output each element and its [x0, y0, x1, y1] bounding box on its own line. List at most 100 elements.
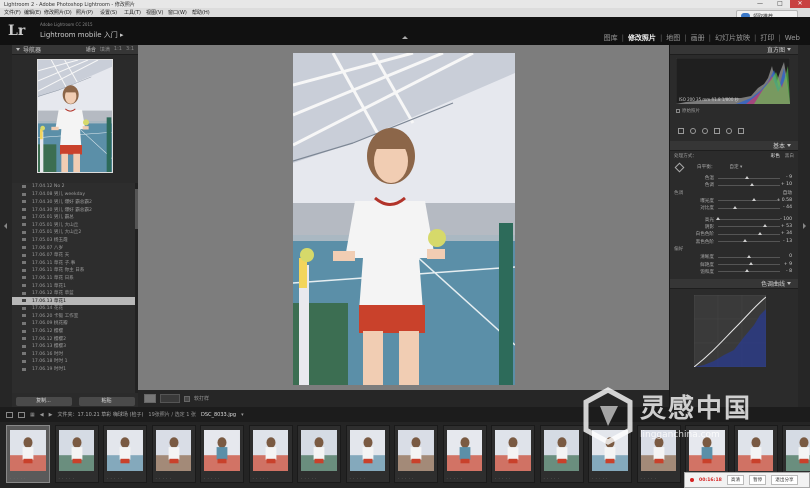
slider-track[interactable]: [718, 205, 780, 209]
slider-knob[interactable]: [751, 198, 756, 202]
zoom-fit[interactable]: 适合: [86, 46, 96, 53]
original-photo-toggle[interactable]: 原始照片: [676, 108, 700, 114]
copy-button[interactable]: 复制...: [15, 396, 72, 406]
filmstrip-thumbnail[interactable]: · · · · ·: [6, 425, 50, 483]
filmstrip-thumbnail[interactable]: · · · · ·: [539, 425, 584, 483]
slider-track[interactable]: [718, 175, 780, 179]
zoom-fill[interactable]: 填满: [100, 46, 110, 53]
history-item[interactable]: 17.04.30 男儿 爆好 霸总霸2: [12, 206, 138, 214]
slider-value[interactable]: + 10: [781, 182, 792, 187]
menu-view[interactable]: 视图(V): [146, 9, 163, 16]
before-after-button[interactable]: [160, 394, 180, 403]
rating-dots[interactable]: · · · · ·: [447, 476, 463, 481]
filmstrip-thumbnail[interactable]: · · · · ·: [442, 425, 487, 483]
slider-value[interactable]: - 100: [780, 217, 792, 222]
navigator-preview[interactable]: [12, 55, 138, 183]
graduated-filter-icon[interactable]: [714, 128, 720, 134]
hd-button[interactable]: 高清: [726, 475, 745, 485]
rating-dots[interactable]: · · · · ·: [592, 476, 608, 481]
module-develop[interactable]: 修改照片: [624, 33, 660, 43]
history-item[interactable]: 17.06.11 草花 子.事: [12, 259, 138, 267]
history-item[interactable]: 17.06.13 樱樱3: [12, 342, 138, 350]
history-item[interactable]: 17.06.12 草花 草蓝: [12, 289, 138, 297]
slider-track[interactable]: [718, 182, 780, 186]
slider-value[interactable]: - 13: [783, 239, 792, 244]
slider-value[interactable]: - 9: [786, 175, 792, 180]
history-item[interactable]: 17.05.03 杨玉霞: [12, 236, 138, 244]
history-item[interactable]: 17.05.01 男儿 大山丘2: [12, 229, 138, 237]
menu-help[interactable]: 帮助(H): [192, 9, 210, 16]
module-library[interactable]: 图库: [600, 33, 622, 43]
menu-file[interactable]: 文件(F): [4, 9, 21, 16]
lightroom-mobile-link[interactable]: Lightroom mobile 入门 ▸: [40, 30, 124, 40]
rating-dots[interactable]: · · · · ·: [398, 476, 414, 481]
filmstrip-thumbnail[interactable]: · · · · ·: [103, 425, 147, 483]
slider-track[interactable]: [718, 262, 780, 266]
history-item[interactable]: 17.06.18 时时 1: [12, 358, 138, 366]
paste-button[interactable]: 粘贴: [78, 396, 135, 406]
history-item[interactable]: 17.06.12 樱樱2: [12, 335, 138, 343]
history-list[interactable]: 17.04.12 No 2 17.04.08 男儿 weekday 17.04.30…: [12, 183, 138, 393]
red-eye-icon[interactable]: [702, 128, 708, 134]
history-item[interactable]: 17.04.30 男儿 爆好 霸总霸2: [12, 198, 138, 206]
tone-curve-graph[interactable]: [694, 295, 766, 368]
softproof-checkbox[interactable]: [184, 395, 190, 402]
history-item[interactable]: 17.06.20 卡锻 工作室: [12, 312, 138, 320]
page-1-button[interactable]: [6, 411, 13, 418]
rating-dots[interactable]: · · · · ·: [59, 476, 75, 481]
treatment-bw[interactable]: 黑白: [785, 153, 794, 159]
filmstrip-thumbnail[interactable]: · · · · ·: [491, 425, 535, 483]
module-slideshow[interactable]: 幻灯片放映: [711, 33, 754, 43]
radial-filter-icon[interactable]: [726, 128, 732, 134]
slider-track[interactable]: [716, 217, 780, 221]
module-book[interactable]: 画册: [687, 33, 709, 43]
spot-removal-icon[interactable]: [690, 128, 696, 134]
navigator-header[interactable]: 导航器 适合 填满 1:1 3:1: [12, 45, 138, 55]
slider-knob[interactable]: [743, 239, 748, 243]
slider-track[interactable]: [718, 269, 780, 273]
left-panel-edge[interactable]: [0, 45, 12, 407]
basic-header[interactable]: 基本: [670, 141, 798, 151]
history-item[interactable]: 17.06.07 草花 天: [12, 251, 138, 259]
filmstrip-thumbnail[interactable]: · · · · ·: [394, 425, 438, 483]
rating-dots[interactable]: · · · · ·: [495, 476, 511, 481]
main-photo[interactable]: [293, 53, 515, 385]
slider-knob[interactable]: [744, 269, 749, 273]
tone-auto-button[interactable]: 自动: [783, 190, 792, 196]
collapse-left-icon[interactable]: [4, 223, 7, 229]
slider-knob[interactable]: [749, 262, 754, 266]
slider-value[interactable]: - 44: [783, 205, 792, 210]
rating-dots[interactable]: · · · · ·: [204, 476, 220, 481]
slider-track[interactable]: [718, 231, 780, 235]
history-item[interactable]: 17.04.08 男儿 weekday: [12, 191, 138, 199]
slider-value[interactable]: + 34: [781, 231, 792, 236]
history-item[interactable]: 17.06.19 时时1: [12, 365, 138, 373]
filmstrip-thumbnail[interactable]: · · · · ·: [151, 425, 196, 483]
slider-track[interactable]: [718, 254, 780, 258]
slider-knob[interactable]: [716, 217, 720, 221]
curve-header[interactable]: 色调曲线: [670, 279, 798, 290]
filmstrip-thumbnail[interactable]: · · · · ·: [54, 425, 99, 483]
loupe-view-button[interactable]: [144, 394, 156, 403]
rating-dots[interactable]: · · · · ·: [641, 476, 657, 481]
eyedropper-icon[interactable]: [674, 162, 685, 172]
filename-caret[interactable]: ▾: [241, 412, 244, 418]
filmstrip-thumbnail[interactable]: · · · · ·: [200, 425, 244, 483]
back-arrow-icon[interactable]: ◀: [40, 412, 44, 418]
slider-knob[interactable]: [750, 182, 755, 186]
filmstrip-thumbnail[interactable]: · · · · ·: [345, 425, 390, 483]
slider-knob[interactable]: [763, 224, 768, 228]
minimize-button[interactable]: —: [750, 0, 770, 8]
slider-knob[interactable]: [757, 231, 762, 235]
slider-value[interactable]: - 8: [786, 269, 792, 274]
slider-track[interactable]: [718, 239, 780, 243]
menu-window[interactable]: 窗口(W): [168, 9, 187, 16]
module-print[interactable]: 打印: [756, 33, 778, 43]
history-item[interactable]: 17.04.12 No 2: [12, 183, 138, 191]
histogram-header[interactable]: 直方图: [670, 45, 798, 55]
photo-canvas[interactable]: [138, 45, 669, 390]
page-2-button[interactable]: [18, 411, 25, 418]
slider-value[interactable]: 0: [789, 254, 792, 259]
history-item[interactable]: 17.05.01 男儿 大山丘: [12, 221, 138, 229]
rating-dots[interactable]: · · · · ·: [544, 476, 560, 481]
